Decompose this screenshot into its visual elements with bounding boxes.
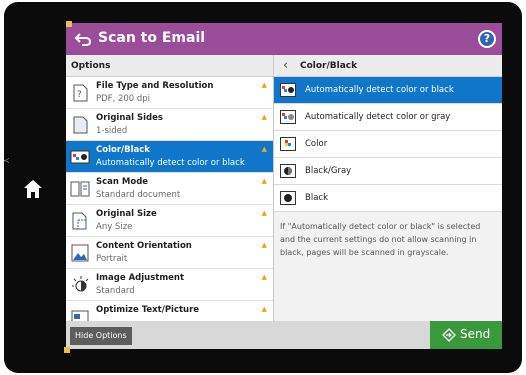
choice-auto-color-gray[interactable]: Automatically detect color or gray [274,104,502,131]
info-note: If "Automatically detect color or black"… [280,222,481,257]
detail-title: Color/Black [300,61,358,71]
touch-screen: Scan to Email ? Options ? File Type and … [66,23,502,349]
corner-marker [64,347,70,353]
send-icon [442,328,456,342]
option-value: Portrait [96,254,128,264]
detail-header: ‹ Color/Black [274,55,502,77]
warning-icon: ▲ [261,113,267,121]
option-label: Original Sides [96,113,163,123]
option-file-type[interactable]: ? File Type and Resolution PDF, 200 dpi … [66,77,273,109]
option-value: Any Size [96,222,133,232]
original-size-icon [72,212,87,230]
help-button[interactable]: ? [478,30,496,48]
hide-options-button[interactable]: Hide Options [70,327,132,345]
option-content-orientation[interactable]: Content Orientation Portrait ▲ [66,237,273,269]
option-label: Scan Mode [96,177,149,187]
auto-color-black-icon [280,83,296,97]
option-label: Original Size [96,209,157,219]
warning-icon: ▲ [261,273,267,281]
option-label: Optimize Text/Picture [96,305,200,315]
send-button[interactable]: Send [430,321,502,349]
original-sides-icon [73,116,88,134]
svg-text:?: ? [77,90,82,100]
file-type-icon: ? [73,84,88,102]
auto-color-gray-icon [280,110,296,124]
side-indicator-icon: ≺ [3,156,10,165]
option-label: Image Adjustment [96,273,185,283]
warning-icon: ▲ [261,81,267,89]
color-black-icon [70,150,90,164]
warning-icon: ▲ [261,145,267,153]
option-original-size[interactable]: Original Size Any Size ▲ [66,205,273,237]
option-label: Content Orientation [96,241,192,251]
options-heading: Options [66,55,273,77]
option-original-sides[interactable]: Original Sides 1-sided ▲ [66,109,273,141]
option-optimize-text[interactable]: Optimize Text/Picture ▲ [66,301,273,321]
option-color-black[interactable]: Color/Black Automatically detect color o… [66,141,273,173]
choice-black[interactable]: Black [274,185,502,212]
option-value: PDF, 200 dpi [96,94,151,104]
option-label: File Type and Resolution [96,81,214,91]
chevron-left-icon[interactable]: ‹ [283,58,288,73]
choice-label: Color [305,139,328,149]
choice-auto-color-black[interactable]: Automatically detect color or black [274,77,502,104]
send-label: Send [460,327,491,341]
page-title: Scan to Email [98,30,206,46]
home-icon[interactable] [22,178,44,200]
option-value: Standard document [96,190,181,200]
option-value: Standard [96,286,135,296]
option-value: Automatically detect color or black [96,158,245,168]
choice-label: Automatically detect color or black [305,85,454,95]
options-panel: Options ? File Type and Resolution PDF, … [66,55,274,321]
title-bar: Scan to Email ? [66,23,502,55]
choice-label: Black [305,193,328,203]
warning-icon: ▲ [261,305,267,313]
warning-icon: ▲ [261,241,267,249]
back-arrow-icon[interactable] [74,30,92,48]
option-image-adjustment[interactable]: Image Adjustment Standard ▲ [66,269,273,301]
color-icon [280,137,296,151]
corner-marker [66,21,72,27]
black-icon [280,191,296,205]
optimize-text-icon [71,310,89,321]
black-gray-icon [280,164,296,178]
image-adjustment-icon [72,276,89,292]
color-black-panel: ‹ Color/Black Automatically detect color… [274,55,502,321]
footer-bar: Hide Options Send [66,321,502,349]
choice-color[interactable]: Color [274,131,502,158]
option-value: 1-sided [96,126,128,136]
choice-label: Black/Gray [305,166,352,176]
orientation-icon [71,244,89,262]
warning-icon: ▲ [261,209,267,217]
option-label: Color/Black [96,145,150,155]
option-scan-mode[interactable]: Scan Mode Standard document ▲ [66,173,273,205]
scan-mode-icon [70,181,90,197]
warning-icon: ▲ [261,177,267,185]
choice-label: Automatically detect color or gray [305,112,451,122]
choice-black-gray[interactable]: Black/Gray [274,158,502,185]
